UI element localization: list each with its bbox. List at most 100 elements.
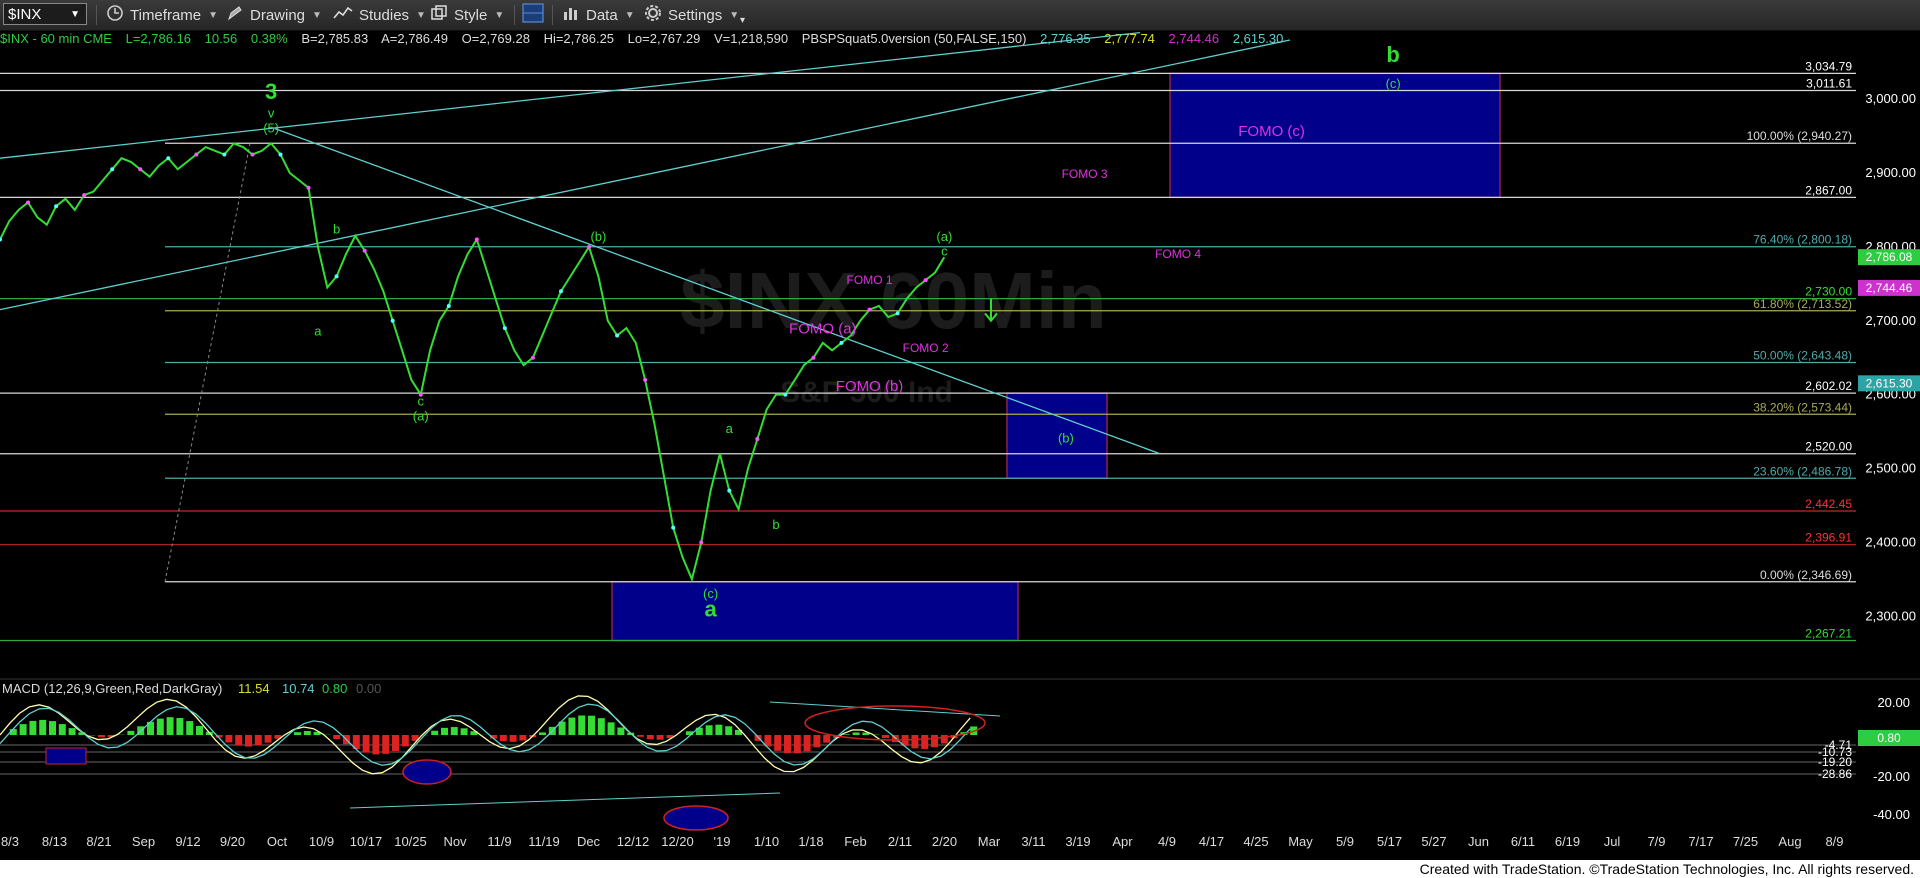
wave-label: b — [772, 517, 779, 532]
wave-label: a — [726, 421, 734, 436]
date-axis-tick: 12/12 — [617, 834, 650, 849]
macd-histogram-bar — [637, 735, 644, 737]
macd-axis-tick: -20.00 — [1873, 769, 1910, 784]
macd-histogram-bar — [68, 728, 76, 735]
macd-histogram-bar — [49, 721, 56, 735]
layout-button[interactable] — [522, 3, 550, 27]
price-level-label: 23.60% (2,486.78) — [1753, 464, 1852, 478]
wave-label: c — [941, 244, 948, 259]
macd-histogram-bar — [460, 728, 468, 735]
layout-icon — [522, 3, 544, 27]
macd-title: MACD (12,26,9,Green,Red,DarkGray) — [2, 681, 222, 696]
macd-histogram-bar — [911, 735, 919, 749]
macd-histogram-bar — [303, 731, 311, 735]
target-box-fomo-c — [1169, 72, 1501, 199]
price-point — [250, 152, 255, 157]
date-axis-tick: Nov — [443, 834, 467, 849]
macd-histogram-bar — [372, 735, 380, 755]
macd-histogram-bar — [19, 724, 27, 735]
chevron-down-icon: ▼ — [729, 9, 740, 21]
price-level-label: 61.80% (2,713.52) — [1753, 297, 1852, 311]
wave-label: b — [1386, 42, 1399, 67]
wave-label: a — [704, 596, 717, 621]
price-point — [559, 289, 563, 294]
last-price-badge-text: 2,744.46 — [1866, 281, 1913, 295]
macd-histogram-bar — [235, 735, 243, 746]
clock-icon — [106, 4, 124, 26]
symbol-input[interactable]: $INX ▼ — [3, 3, 87, 25]
macd-axis-tick: -40.00 — [1873, 807, 1910, 822]
price-point — [362, 248, 367, 253]
price-point — [502, 326, 507, 331]
macd-histogram-bar — [842, 734, 850, 735]
macd-histogram-bar — [509, 735, 517, 742]
macd-histogram-bar — [705, 725, 713, 735]
symbol-value: $INX — [8, 5, 42, 23]
macd-histogram-bar — [245, 735, 252, 747]
timeframe-menu[interactable]: Timeframe ▼ — [106, 3, 218, 27]
date-axis-tick: 5/27 — [1421, 834, 1446, 849]
date-axis-tick: 3/11 — [1021, 834, 1045, 849]
macd-histogram-bar — [823, 735, 831, 743]
macd-histogram-bar — [921, 735, 929, 749]
date-axis-tick: 4/25 — [1243, 834, 1268, 849]
price-axis-tick: 2,900.00 — [1865, 165, 1916, 180]
price-point — [138, 167, 143, 172]
last-price-badge-text: 2,615.30 — [1866, 376, 1913, 390]
settings-label: Settings — [668, 6, 723, 24]
date-axis-tick: 7/17 — [1688, 834, 1713, 849]
price-series-line — [0, 142, 946, 583]
chevron-down-icon: ▼ — [70, 8, 80, 20]
date-axis-tick: 1/18 — [798, 834, 823, 849]
drawing-label: Drawing — [250, 6, 306, 24]
settings-menu[interactable]: Settings ▼ — [644, 3, 739, 27]
studies-menu[interactable]: Studies ▼ — [333, 3, 426, 27]
chevron-down-icon: ▼ — [624, 9, 635, 21]
price-level-label: 2,442.45 — [1805, 497, 1852, 511]
data-icon — [562, 4, 580, 26]
timeframe-label: Timeframe — [130, 6, 202, 24]
macd-histogram-bar — [715, 724, 723, 735]
data-menu[interactable]: Data ▼ — [562, 3, 635, 27]
date-axis-tick: 1/10 — [754, 834, 779, 849]
date-axis-tick: '19 — [714, 834, 731, 849]
date-axis-tick: 4/17 — [1199, 834, 1224, 849]
wave-label: (b) — [590, 229, 606, 244]
date-axis-tick: 3/19 — [1065, 834, 1090, 849]
price-level-label: 76.40% (2,800.18) — [1753, 233, 1852, 247]
date-axis-tick: Apr — [1112, 834, 1133, 849]
price-axis-tick: 2,300.00 — [1865, 608, 1916, 623]
macd-histogram-bar — [254, 735, 262, 746]
macd-histogram-bar — [186, 721, 194, 735]
drawing-menu[interactable]: Drawing ▼ — [226, 3, 322, 27]
macd-histogram-bar — [392, 735, 399, 752]
macd-histogram-bar — [362, 735, 370, 753]
macd-histogram-bar — [39, 719, 47, 735]
price-level-label: 2,396.91 — [1805, 531, 1852, 545]
toolbar-more-icon[interactable]: ▾ — [740, 8, 745, 32]
price-point — [306, 185, 311, 190]
macd-histogram-bar — [431, 730, 439, 735]
price-point — [166, 156, 171, 161]
macd-value: 0.00 — [356, 681, 381, 696]
style-menu[interactable]: Style ▼ — [430, 3, 504, 27]
date-axis-tick: 5/9 — [1336, 834, 1354, 849]
macd-histogram-bar — [568, 717, 576, 735]
fomo-label: FOMO 3 — [1062, 167, 1108, 181]
copyright-text: Created with TradeStation. ©TradeStation… — [1419, 861, 1914, 877]
macd-histogram-bar — [88, 735, 96, 736]
macd-histogram-bar — [382, 735, 390, 754]
date-axis-tick: 8/21 — [86, 834, 111, 849]
wave-label: b — [333, 222, 340, 237]
fomo-label: FOMO 4 — [1155, 247, 1201, 261]
macd-histogram-bar — [882, 735, 889, 739]
macd-histogram-bar — [176, 718, 184, 735]
price-axis-tick: 3,000.00 — [1865, 91, 1916, 106]
macd-histogram-bar — [225, 735, 233, 743]
price-chart[interactable]: $INX 60MinS&P 500 Ind3,034.793,011.61100… — [0, 30, 1920, 860]
date-axis-tick: Jun — [1468, 834, 1489, 849]
date-axis-tick: 11/19 — [528, 834, 560, 849]
chevron-down-icon: ▼ — [312, 9, 322, 21]
macd-value: 11.54 — [238, 681, 270, 696]
wave-label: (5) — [263, 120, 279, 135]
